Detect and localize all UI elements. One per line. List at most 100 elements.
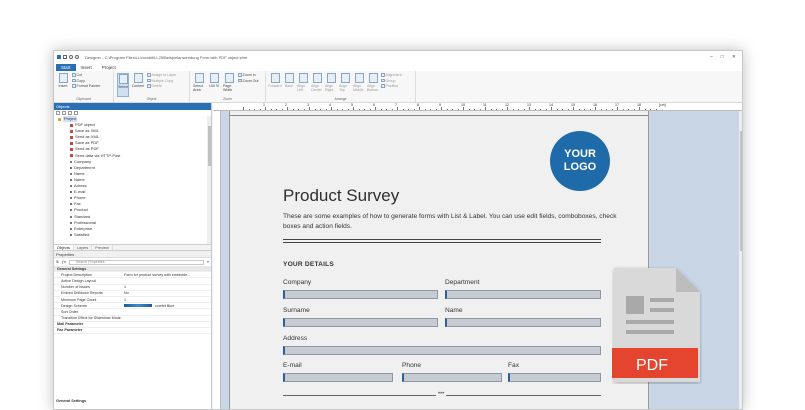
align-middle-button[interactable]: Align Middle	[353, 73, 365, 97]
ruler-tick	[441, 107, 442, 110]
align-bottom-label: Align Bottom	[367, 84, 379, 92]
field-icon	[70, 215, 72, 218]
subtab-objects[interactable]: Objects	[54, 245, 74, 250]
tab-project[interactable]: Project	[97, 64, 121, 71]
ruler-tick	[303, 108, 304, 110]
insert-button[interactable]: Insert	[57, 73, 69, 97]
ruler-tick	[512, 108, 513, 110]
ruler-tick	[644, 108, 645, 110]
copy-button[interactable]: Copy	[72, 79, 100, 83]
align-bottom-button[interactable]: Align Bottom	[367, 73, 379, 97]
canvas-scroll-thumb[interactable]	[739, 131, 742, 251]
ruler-tick	[573, 107, 574, 110]
ruler-tick	[479, 108, 480, 110]
zoom-100-button[interactable]: 100 %	[208, 73, 220, 97]
formula-icon[interactable]: ƒx	[62, 260, 66, 264]
property-value[interactable]: 1	[124, 298, 211, 302]
property-value[interactable]: 1	[124, 285, 211, 289]
object-group: Select Content Assign to Layer Multiple …	[114, 71, 190, 102]
ruler-tick	[540, 108, 541, 110]
pane-subtabs: Objects Layers Preview	[54, 244, 211, 251]
property-name: Project Description	[61, 272, 92, 277]
multiple-copy-button[interactable]: Multiple Copy	[147, 79, 176, 83]
section-your-details[interactable]: YOUR DETAILS	[283, 261, 334, 268]
property-category[interactable]: Fax Parameter	[54, 328, 211, 335]
scheme-swatch	[124, 304, 152, 307]
email-field[interactable]	[283, 373, 393, 382]
content-button[interactable]: Content	[132, 73, 144, 97]
close-button[interactable]: ✕	[732, 54, 736, 60]
content-icon	[133, 73, 143, 83]
help-icon[interactable]: ●	[207, 260, 209, 264]
subtab-layers[interactable]: Layers	[74, 245, 93, 250]
select-area-button[interactable]: Select Area	[193, 73, 205, 97]
zoom-in-label: Zoom In	[242, 73, 256, 77]
tree-item[interactable]: Satisfied	[58, 232, 211, 238]
alignment-button[interactable]: Alignment	[381, 73, 401, 77]
position-button[interactable]: Position	[381, 84, 401, 88]
zoom-out-button[interactable]: Zoom Out	[238, 79, 258, 83]
page-width-button[interactable]: Page Width	[223, 73, 235, 97]
select-button[interactable]: Select	[117, 73, 129, 97]
ruler-tick	[578, 108, 579, 110]
fax-field[interactable]	[508, 373, 601, 382]
property-value[interactable]: combit Blue	[124, 304, 211, 308]
tab-insert[interactable]: Insert	[76, 64, 97, 71]
up-icon[interactable]	[68, 111, 72, 115]
subtab-preview[interactable]: Preview	[92, 245, 113, 250]
position-icon	[381, 84, 385, 88]
property-value[interactable]: No	[124, 291, 211, 295]
sort-icon[interactable]: ⇅	[56, 260, 59, 264]
ruler-tick	[468, 108, 469, 110]
save-icon[interactable]	[63, 55, 67, 59]
group-button[interactable]: Group	[381, 79, 401, 83]
down-icon[interactable]	[74, 111, 78, 115]
forward-button[interactable]: Forward	[268, 73, 282, 97]
align-left-icon	[298, 73, 308, 83]
format-painter-button[interactable]: Format Painter	[72, 84, 100, 88]
property-value[interactable]: Form for product survey with embedde...	[124, 273, 211, 277]
tab-start[interactable]: Start	[56, 64, 76, 71]
report-page[interactable]: YOUR LOGO Product Survey These are some …	[229, 111, 649, 409]
ruler-tick	[534, 108, 535, 110]
zoom-in-button[interactable]: Zoom In	[238, 73, 258, 77]
tree-scrollbar[interactable]	[207, 116, 211, 244]
tree-scroll-thumb[interactable]	[207, 126, 211, 166]
maximize-button[interactable]: □	[721, 54, 724, 60]
new-object-icon[interactable]	[56, 111, 60, 115]
back-button[interactable]: Back	[283, 73, 295, 97]
ruler-label: 5	[351, 103, 353, 107]
address-field[interactable]	[283, 346, 601, 355]
clipboard-group-label: Clipboard	[76, 97, 91, 101]
field-icon	[70, 178, 72, 181]
minimize-button[interactable]: –	[710, 54, 713, 60]
survey-heading[interactable]: Product Survey	[283, 186, 399, 206]
phone-field[interactable]	[402, 373, 502, 382]
section-handle[interactable]: •••	[436, 391, 447, 397]
redo-icon[interactable]	[75, 55, 79, 59]
page-width-icon	[224, 73, 234, 83]
logo-placeholder[interactable]: YOUR LOGO	[550, 131, 610, 191]
align-center-button[interactable]: Align Center	[311, 73, 323, 97]
delete-button[interactable]: Delete	[147, 84, 176, 88]
object-group-label: Object	[146, 97, 157, 101]
properties-search-input[interactable]: Search Properties	[68, 259, 204, 265]
properties-icon[interactable]	[62, 111, 66, 115]
action-icon	[70, 129, 73, 133]
align-left-button[interactable]: Align Left	[297, 73, 309, 97]
department-field[interactable]	[445, 290, 601, 299]
page-top-line	[230, 115, 648, 116]
surname-field[interactable]	[283, 318, 438, 327]
canvas-scrollbar[interactable]	[739, 111, 742, 409]
survey-intro[interactable]: These are some examples of how to genera…	[283, 212, 623, 232]
ruler-tick	[600, 108, 601, 110]
ribbon: Insert Cut Copy Format Painter Clipboard…	[54, 71, 742, 103]
company-field[interactable]	[283, 290, 438, 299]
cut-button[interactable]: Cut	[72, 73, 100, 77]
paste-icon	[58, 73, 68, 83]
name-field[interactable]	[445, 318, 601, 327]
align-right-button[interactable]: Align Right	[325, 73, 337, 97]
undo-icon[interactable]	[69, 55, 73, 59]
assign-to-layer-button[interactable]: Assign to Layer	[147, 73, 176, 77]
align-top-button[interactable]: Align Top	[339, 73, 351, 97]
